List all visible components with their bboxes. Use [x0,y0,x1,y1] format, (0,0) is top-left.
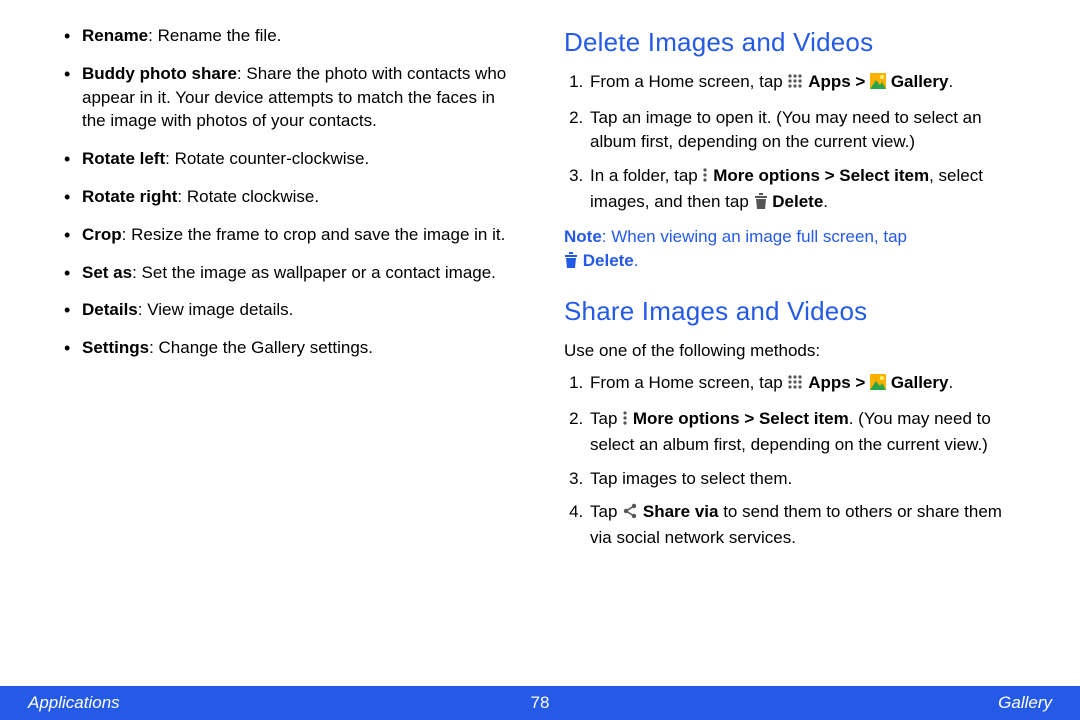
item-desc: : Change the Gallery settings. [149,338,373,357]
item-label: Set as [82,263,132,282]
step-text: . [948,373,953,392]
list-item: From a Home screen, tap Apps > Gallery. [588,70,1020,96]
item-label: Rotate right [82,187,177,206]
list-item: Crop: Resize the frame to crop and save … [60,223,516,247]
list-item: Tap images to select them. [588,467,1020,491]
list-item: Set as: Set the image as wallpaper or a … [60,261,516,285]
list-item: Rename: Rename the file. [60,24,516,48]
list-item: In a folder, tap More options > Select i… [588,164,1020,216]
share-heading: Share Images and Videos [564,293,1020,329]
step-text: . [823,192,828,211]
page-body: Rename: Rename the file. Buddy photo sha… [0,0,1080,680]
share-via-label: Share via [643,502,719,521]
apps-icon [787,72,803,96]
list-item: Tap an image to open it. (You may need t… [588,106,1020,154]
note-label: Note [564,227,602,246]
apps-label: Apps > [808,72,870,91]
gallery-label: Gallery [891,373,949,392]
list-item: Rotate left: Rotate counter-clockwise. [60,147,516,171]
item-label: Rotate left [82,149,165,168]
more-options-icon [702,166,708,190]
list-item: Settings: Change the Gallery settings. [60,336,516,360]
apps-label: Apps > [808,373,870,392]
more-options-label: More options > Select item [633,409,849,428]
list-item: Details: View image details. [60,298,516,322]
list-item: From a Home screen, tap Apps > Gallery. [588,371,1020,397]
step-text: . [948,72,953,91]
more-options-label: More options > Select item [713,166,929,185]
gallery-icon [870,72,886,96]
apps-icon [787,373,803,397]
item-label: Buddy photo share [82,64,237,83]
item-label: Settings [82,338,149,357]
right-column: Delete Images and Videos From a Home scr… [564,24,1020,680]
delete-label: Delete [583,251,634,270]
list-item: Tap Share via to send them to others or … [588,500,1020,550]
delete-note: Note: When viewing an image full screen,… [564,225,1020,275]
trash-icon [564,251,578,275]
note-text: : When viewing an image full screen, tap [602,227,907,246]
delete-label: Delete [772,192,823,211]
item-label: Rename [82,26,148,45]
delete-steps: From a Home screen, tap Apps > Gallery. … [564,70,1020,215]
share-intro: Use one of the following methods: [564,339,1020,363]
list-item: Buddy photo share: Share the photo with … [60,62,516,133]
gallery-label: Gallery [891,72,949,91]
gallery-icon [870,373,886,397]
left-column: Rename: Rename the file. Buddy photo sha… [60,24,516,680]
step-text: In a folder, tap [590,166,702,185]
item-label: Crop [82,225,122,244]
list-item: Tap More options > Select item. (You may… [588,407,1020,457]
footer-right: Gallery [998,691,1052,715]
item-desc: : Rename the file. [148,26,281,45]
item-desc: : Rotate clockwise. [177,187,319,206]
footer-page-number: 78 [531,691,550,715]
item-desc: : View image details. [138,300,294,319]
share-icon [622,502,638,526]
step-text: From a Home screen, tap [590,373,787,392]
delete-heading: Delete Images and Videos [564,24,1020,60]
feature-list: Rename: Rename the file. Buddy photo sha… [60,24,516,360]
note-text: . [634,251,639,270]
item-desc: : Rotate counter-clockwise. [165,149,369,168]
step-text: Tap [590,409,622,428]
more-options-icon [622,409,628,433]
item-desc: : Resize the frame to crop and save the … [122,225,506,244]
share-steps: From a Home screen, tap Apps > Gallery. … [564,371,1020,550]
step-text: Tap [590,502,622,521]
trash-icon [754,192,768,216]
page-footer: Applications 78 Gallery [0,686,1080,720]
item-desc: : Set the image as wallpaper or a contac… [132,263,496,282]
list-item: Rotate right: Rotate clockwise. [60,185,516,209]
footer-left: Applications [28,691,120,715]
step-text: From a Home screen, tap [590,72,787,91]
item-label: Details [82,300,138,319]
